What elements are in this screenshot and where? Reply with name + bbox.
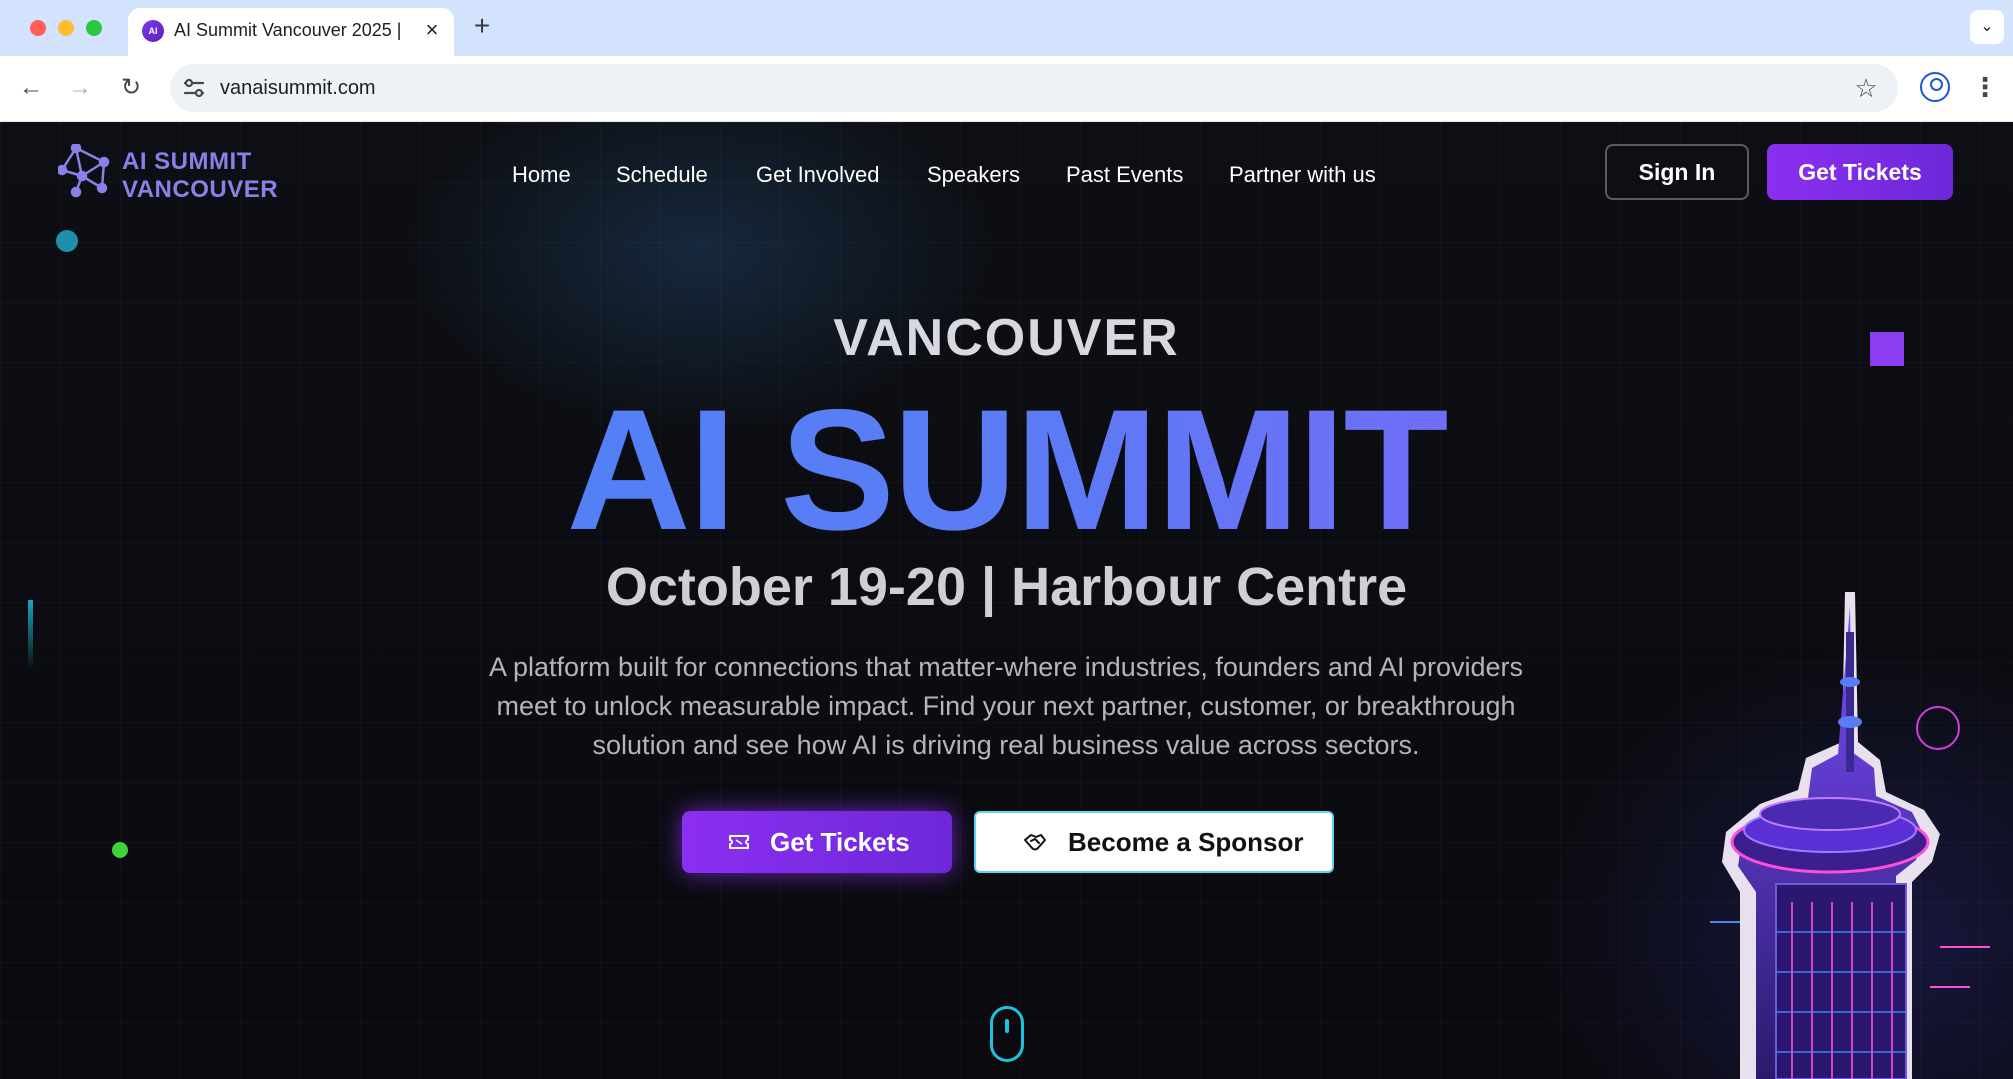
harbour-centre-tower-illustration [1710,592,1990,1079]
hero-description: A platform built for connections that ma… [456,648,1556,765]
logo-line-2: VANCOUVER [122,176,279,203]
profile-icon[interactable] [1920,72,1950,102]
decorative-dot-green [112,842,128,858]
hero-get-tickets-button[interactable]: Get Tickets [682,811,952,873]
hero-description-line: meet to unlock measurable impact. Find y… [496,691,1516,721]
logo-text: AI SUMMIT VANCOUVER [122,148,278,204]
become-sponsor-button[interactable]: Become a Sponsor [974,811,1334,873]
close-window-button[interactable] [30,20,46,36]
tab-title: AI Summit Vancouver 2025 | C [174,20,406,40]
hero-description-line: solution and see how AI is driving real … [592,730,1420,760]
address-bar[interactable]: vanaisummit.com ☆ [170,64,1898,112]
browser-toolbar: ← → ↻ vanaisummit.com ☆ [0,56,2013,122]
menu-icon[interactable]: ⋮ [1972,70,1998,104]
ticket-icon [729,835,749,849]
reload-icon[interactable]: ↻ [115,72,147,104]
hero-title: AI SUMMIT [0,380,2013,560]
become-sponsor-label: Become a Sponsor [1068,827,1304,857]
nav-past-events[interactable]: Past Events [1066,160,1183,190]
nav-partner-with-us[interactable]: Partner with us [1229,160,1376,190]
url-text[interactable]: vanaisummit.com [220,76,376,100]
minimize-window-button[interactable] [58,20,74,36]
new-tab-icon[interactable]: + [468,12,496,40]
page-content: AI SUMMIT VANCOUVER Home Schedule Get In… [0,122,2013,1079]
nav-speakers[interactable]: Speakers [927,160,1020,190]
favicon-icon: AI [142,20,164,42]
decorative-dot [56,230,78,252]
network-logo-icon [58,144,110,198]
forward-icon[interactable]: → [64,72,96,104]
tab-search-icon[interactable]: ⌄ [1970,10,2004,44]
site-info-icon[interactable] [180,74,208,102]
maximize-window-button[interactable] [86,20,102,36]
handshake-icon [1024,834,1046,851]
logo-line-1: AI SUMMIT [122,148,252,175]
sign-in-button[interactable]: Sign In [1605,144,1749,200]
hero-get-tickets-label: Get Tickets [770,827,910,857]
scroll-mouse-icon[interactable] [990,1006,1024,1062]
close-icon[interactable]: × [418,16,446,44]
hero-description-line: A platform built for connections that ma… [488,652,1524,682]
hero-kicker: VANCOUVER [833,309,1180,367]
nav-schedule[interactable]: Schedule [616,160,708,190]
nav-get-involved[interactable]: Get Involved [756,160,880,190]
nav-home[interactable]: Home [512,160,571,190]
browser-tab[interactable]: AI AI Summit Vancouver 2025 | C × [128,8,454,56]
browser-tab-bar: AI AI Summit Vancouver 2025 | C × + ⌄ [0,0,2013,56]
back-icon[interactable]: ← [15,72,47,104]
star-icon[interactable]: ☆ [1850,72,1882,104]
site-logo[interactable]: AI SUMMIT VANCOUVER [58,144,298,204]
header-get-tickets-button[interactable]: Get Tickets [1767,144,1953,200]
